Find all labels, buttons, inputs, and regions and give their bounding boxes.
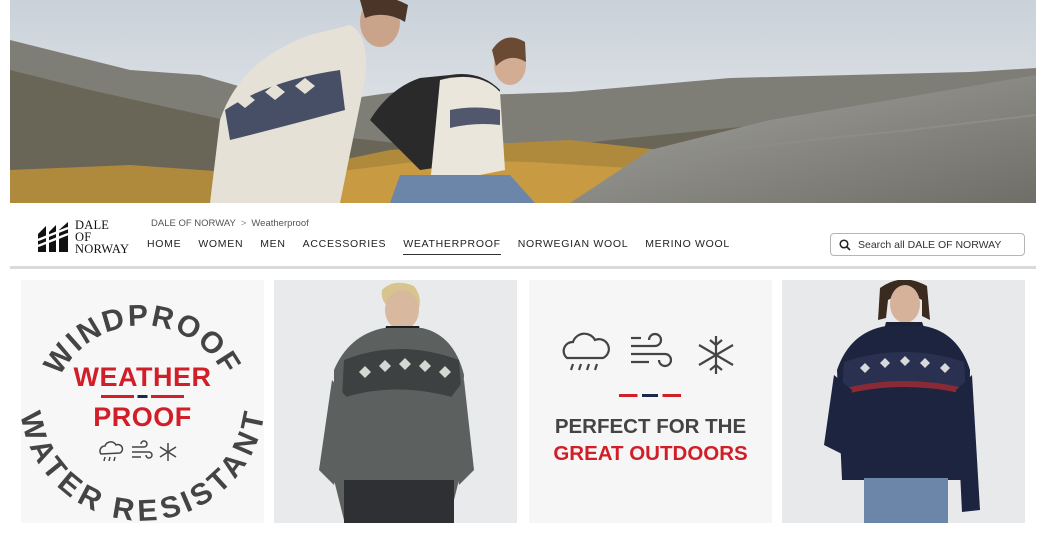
outdoors-subheadline: GREAT OUTDOORS	[553, 442, 748, 465]
main-menu: HOME WOMEN MEN ACCESSORIES WEATHERPROOF …	[147, 238, 730, 255]
search-box[interactable]	[830, 233, 1025, 256]
snowflake-icon	[159, 443, 177, 461]
menu-item-men[interactable]: MEN	[260, 238, 285, 255]
search-input[interactable]	[858, 238, 1023, 251]
wind-icon	[631, 332, 673, 368]
snowflake-icon	[698, 336, 734, 374]
search-icon[interactable]	[839, 238, 851, 251]
badge-weather-text: WEATHER	[73, 362, 212, 392]
menu-item-women[interactable]: WOMEN	[198, 238, 243, 255]
menu-item-weatherproof[interactable]: WEATHERPROOF	[403, 238, 501, 255]
outdoors-icons	[562, 332, 734, 374]
menu-item-merino-wool[interactable]: MERINO WOOL	[645, 238, 730, 255]
brand-name: DALE OF NORWAY	[75, 219, 130, 256]
hero-image	[10, 0, 1036, 203]
badge-proof-text: PROOF	[93, 402, 192, 432]
menu-item-accessories[interactable]: ACCESSORIES	[303, 238, 387, 255]
product-image-mens-sweater	[319, 282, 474, 523]
breadcrumb-current: Weatherproof	[251, 218, 309, 229]
store-navbar: DALE OF NORWAY DALE OF NORWAY > Weatherp…	[10, 203, 1036, 269]
product-tile-womens-navy-sweater[interactable]	[782, 280, 1025, 523]
hero-banner	[10, 0, 1036, 203]
outdoors-headline: PERFECT FOR THE	[554, 415, 747, 438]
product-tile-mens-gray-sweater[interactable]	[274, 280, 517, 523]
menu-item-home[interactable]: HOME	[147, 238, 181, 255]
brand-logo[interactable]: DALE OF NORWAY	[36, 217, 129, 257]
rain-cloud-icon	[562, 332, 610, 371]
breadcrumb: DALE OF NORWAY > Weatherproof	[151, 218, 309, 229]
breadcrumb-root[interactable]: DALE OF NORWAY	[151, 218, 236, 229]
dale-logo-icon	[37, 222, 69, 252]
weatherproof-badge-tile[interactable]: WINDPROOF WATER RESISTANT WEATHER PROOF	[21, 280, 264, 523]
badge-flag-line	[101, 395, 184, 398]
wind-icon	[132, 440, 153, 459]
great-outdoors-tile[interactable]: PERFECT FOR THE GREAT OUTDOORS	[529, 280, 772, 523]
nav-divider	[10, 266, 1036, 269]
product-image-womens-sweater	[824, 280, 980, 523]
menu-item-norwegian-wool[interactable]: NORWEGIAN WOOL	[518, 238, 629, 255]
brand-line3: NORWAY	[75, 242, 130, 256]
flag-dashes	[619, 394, 681, 397]
breadcrumb-separator: >	[240, 218, 247, 229]
rain-cloud-icon	[99, 441, 124, 462]
